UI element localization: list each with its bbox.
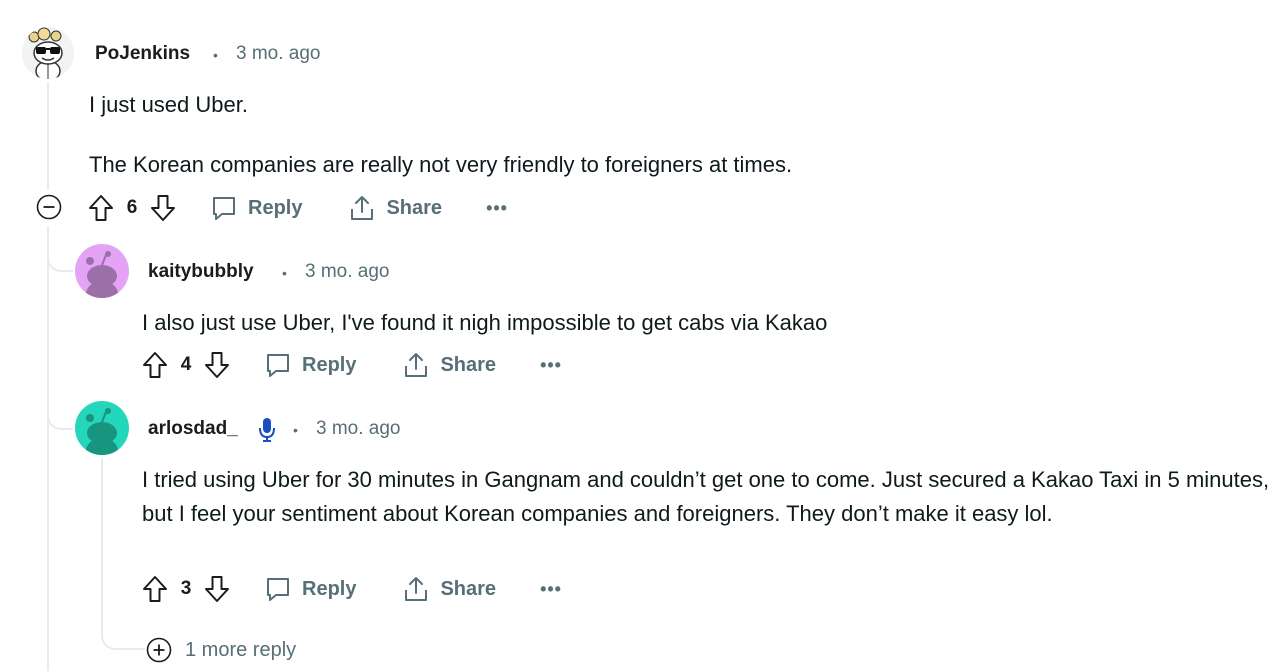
comment-timestamp[interactable]: 3 mo. ago (236, 43, 321, 65)
downvote-icon (151, 195, 175, 221)
more-replies-label: 1 more reply (185, 638, 297, 661)
comment-actions: 6 Reply Share ••• (86, 190, 508, 226)
vote-count: 6 (126, 197, 138, 218)
comment-author[interactable]: PoJenkins (95, 43, 190, 65)
avatar[interactable] (75, 244, 129, 298)
meta-separator: • (282, 265, 287, 281)
comment-timestamp[interactable]: 3 mo. ago (305, 261, 390, 283)
comment-body: I just used Uber. The Korean companies a… (89, 88, 1239, 182)
share-label: Share (440, 577, 497, 600)
comment-body: I also just use Uber, I've found it nigh… (142, 306, 1242, 340)
share-button[interactable]: Share (348, 194, 442, 222)
upvote-icon (143, 352, 167, 378)
downvote-button[interactable] (202, 574, 232, 604)
reply-label: Reply (302, 577, 357, 600)
thread-connector-2 (47, 226, 73, 272)
downvote-icon (205, 576, 229, 602)
comment-bubble-icon (267, 354, 289, 377)
flair-badge (258, 417, 276, 448)
collapse-icon (36, 194, 62, 220)
comment-timestamp[interactable]: 3 mo. ago (316, 418, 401, 440)
thread-line-root-lower (47, 226, 49, 671)
comment-paragraph: I just used Uber. (89, 92, 248, 117)
comment-actions: 3 Reply Share ••• (140, 571, 562, 607)
collapse-thread-button[interactable] (36, 194, 62, 225)
reply-label: Reply (302, 353, 357, 376)
upvote-icon (143, 576, 167, 602)
more-options-button[interactable]: ••• (540, 355, 562, 376)
downvote-button[interactable] (148, 193, 178, 223)
vote-count: 3 (180, 578, 192, 599)
comment-author[interactable]: kaitybubbly (148, 261, 254, 283)
downvote-icon (205, 352, 229, 378)
comment-bubble-icon (267, 578, 289, 601)
share-icon (351, 196, 374, 220)
default-snoo-icon (86, 408, 118, 455)
thread-connector-3 (47, 380, 73, 430)
microphone-icon (259, 418, 275, 442)
share-icon (405, 353, 428, 377)
share-icon (405, 577, 428, 601)
thread-connector-more (101, 620, 145, 650)
more-replies-button[interactable]: 1 more reply (145, 636, 296, 664)
comment-bubble-icon (213, 197, 235, 220)
reply-button[interactable]: Reply (264, 351, 356, 379)
upvote-button[interactable] (140, 574, 170, 604)
share-button[interactable]: Share (402, 351, 496, 379)
share-label: Share (440, 353, 497, 376)
comment-body: I tried using Uber for 30 minutes in Gan… (142, 463, 1272, 531)
more-options-button[interactable]: ••• (486, 198, 508, 219)
thread-line-root (47, 82, 49, 190)
reply-button[interactable]: Reply (264, 575, 356, 603)
downvote-button[interactable] (202, 350, 232, 380)
comment-paragraph: The Korean companies are really not very… (89, 152, 793, 177)
thread-line-reply-3 (101, 458, 103, 638)
share-label: Share (386, 196, 443, 219)
upvote-button[interactable] (140, 350, 170, 380)
default-snoo-icon (86, 251, 118, 298)
reply-label: Reply (248, 196, 303, 219)
more-options-button[interactable]: ••• (540, 579, 562, 600)
share-button[interactable]: Share (402, 575, 496, 603)
meta-separator: • (213, 47, 218, 63)
avatar[interactable] (22, 27, 74, 79)
comment-author[interactable]: arlosdad_ (148, 418, 238, 440)
vote-count: 4 (180, 354, 192, 375)
comment-actions: 4 Reply Share ••• (140, 347, 562, 383)
avatar[interactable] (75, 401, 129, 455)
comment-paragraph: I also just use Uber, I've found it nigh… (142, 310, 828, 335)
reply-button[interactable]: Reply (210, 194, 302, 222)
sunglasses-snoo-icon (28, 27, 63, 79)
upvote-icon (89, 195, 113, 221)
meta-separator: • (293, 422, 298, 438)
comment-paragraph: I tried using Uber for 30 minutes in Gan… (142, 467, 1270, 526)
expand-icon (146, 637, 172, 663)
upvote-button[interactable] (86, 193, 116, 223)
